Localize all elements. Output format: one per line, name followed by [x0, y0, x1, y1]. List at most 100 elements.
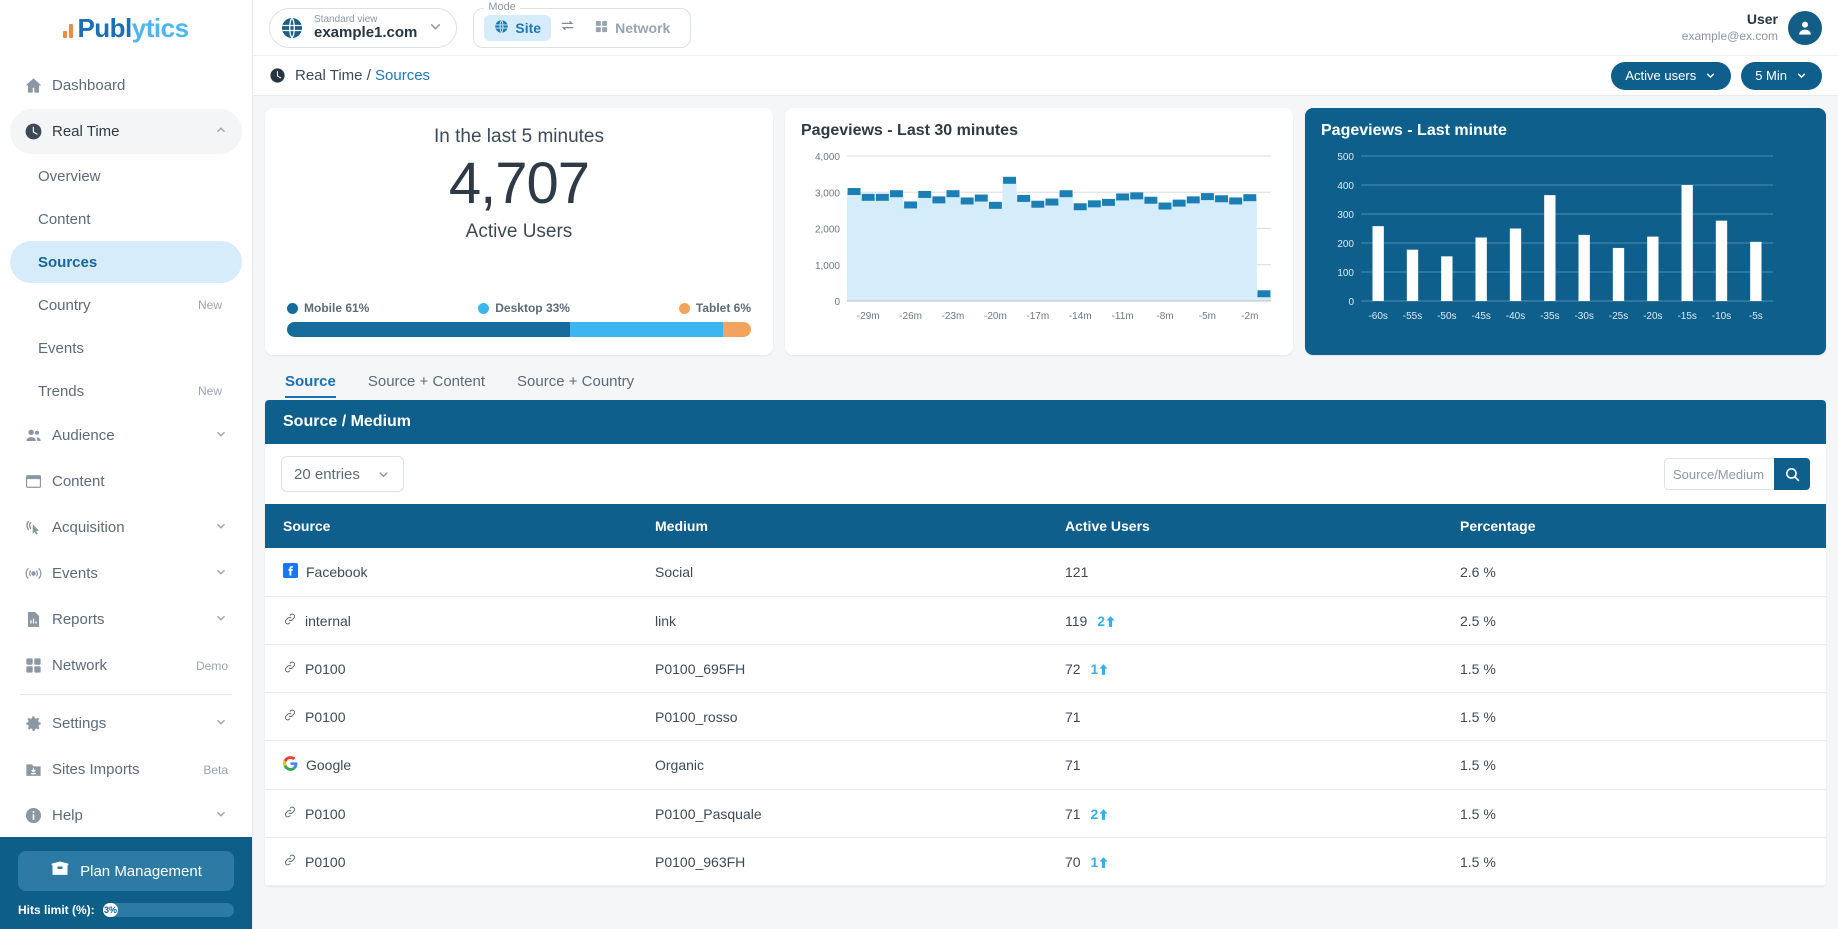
source-label: P0100	[305, 708, 346, 725]
sidebar-item-settings[interactable]: Settings	[10, 701, 242, 746]
y-axis-tick: 300	[1337, 210, 1354, 221]
column-header-percentage[interactable]: Percentage	[1460, 504, 1826, 548]
cell-source: P0100	[265, 837, 655, 886]
cell-active-users: 71 2	[1065, 789, 1460, 838]
sidebar-item-content[interactable]: Content	[10, 459, 242, 504]
step-marker	[1130, 192, 1144, 200]
sidebar-item-help[interactable]: Help	[10, 793, 242, 837]
y-axis-tick: 500	[1337, 152, 1354, 163]
pageviews-30min-chart: 0 1,000 2,000 3,000 4,000 -29m -26m -23m -20m -17…	[801, 146, 1277, 331]
sidebar-item-trends[interactable]: Trends New	[10, 370, 242, 412]
sidebar-item-badge: Beta	[203, 762, 228, 777]
sidebar-item-acquisition[interactable]: Acquisition	[10, 505, 242, 550]
step-marker	[1045, 198, 1059, 206]
arrow-up-icon	[1099, 856, 1108, 868]
sidebar-item-reports[interactable]: Reports	[10, 597, 242, 642]
search-input[interactable]	[1664, 458, 1774, 490]
logo[interactable]: Publ ytics	[0, 0, 252, 56]
tab-source[interactable]: Source	[273, 365, 348, 409]
x-axis-tick: -26m	[899, 311, 922, 322]
sidebar-divider	[20, 694, 232, 695]
column-header-active-users[interactable]: Active Users	[1065, 504, 1460, 548]
range-selector-button[interactable]: 5 Min	[1741, 61, 1822, 90]
tab-caret-icon	[302, 400, 319, 409]
tab-source-content[interactable]: Source + Content	[356, 365, 497, 400]
x-axis-tick: -15s	[1677, 311, 1696, 322]
plan-management-button[interactable]: Plan Management	[18, 851, 234, 891]
x-axis-tick: -5s	[1749, 311, 1763, 322]
x-axis-tick: -35s	[1540, 311, 1559, 322]
sidebar-item-events-realtime[interactable]: Events	[10, 327, 242, 369]
bar	[1715, 220, 1728, 301]
cell-medium: P0100_963FH	[655, 837, 1065, 886]
link-icon	[284, 661, 296, 673]
facebook-icon	[283, 563, 298, 581]
sidebar-item-overview[interactable]: Overview	[10, 155, 242, 197]
sidebar-item-sources[interactable]: Sources	[10, 241, 242, 283]
column-header-medium[interactable]: Medium	[655, 504, 1065, 548]
x-axis-tick: -29m	[857, 311, 880, 322]
step-marker	[1158, 202, 1172, 210]
google-icon	[283, 756, 298, 774]
step-marker	[1116, 193, 1130, 201]
summary-cards-row: In the last 5 minutes 4,707 Active Users…	[265, 108, 1826, 355]
arrow-up-icon	[1106, 615, 1115, 627]
site-selector[interactable]: Standard view example1.com	[269, 7, 458, 48]
sidebar-item-label: Audience	[52, 427, 115, 444]
entries-select[interactable]: 20 entries	[281, 456, 404, 492]
table-body: Facebook Social 121 2.6 % internal link 119 22…	[265, 548, 1826, 886]
search-button[interactable]	[1774, 458, 1810, 490]
table-row[interactable]: P0100 P0100_695FH 72 1 1.5 %	[265, 644, 1826, 693]
sidebar-item-dashboard[interactable]: Dashboard	[10, 63, 242, 108]
breadcrumb-current[interactable]: Sources	[375, 67, 430, 84]
device-share-mobile	[287, 322, 571, 337]
table-row[interactable]: internal link 119 2 2.5 %	[265, 596, 1826, 645]
table-row[interactable]: P0100 P0100_963FH 70 1 1.5 %	[265, 837, 1826, 886]
report-icon	[24, 610, 52, 629]
step-marker	[1003, 176, 1016, 184]
hits-limit: Hits limit (%): 3%	[18, 903, 234, 917]
arrow-up-icon	[1099, 663, 1108, 675]
step-marker	[1087, 200, 1101, 208]
globe-icon	[280, 16, 304, 40]
x-axis-tick: -8m	[1156, 311, 1173, 322]
tab-source-country[interactable]: Source + Country	[505, 365, 646, 400]
pageviews-1min-title: Pageviews - Last minute	[1321, 122, 1507, 139]
table-row[interactable]: Facebook Social 121 2.6 %	[265, 548, 1826, 597]
sidebar-item-label: Real Time	[52, 123, 120, 140]
legend-item-tablet: Tablet 6%	[678, 301, 751, 315]
sidebar-item-sites-imports[interactable]: Sites Imports Beta	[10, 747, 242, 792]
sidebar-item-events[interactable]: Events	[10, 551, 242, 596]
sidebar-item-content-realtime[interactable]: Content	[10, 198, 242, 240]
cell-medium: P0100_Pasquale	[655, 789, 1065, 838]
x-axis-tick: -20m	[984, 311, 1007, 322]
table-row[interactable]: P0100 P0100_Pasquale 71 2 1.5 %	[265, 789, 1826, 838]
swap-icon[interactable]	[559, 17, 576, 38]
sidebar-item-country[interactable]: Country New	[10, 284, 242, 326]
hits-limit-value: 3%	[102, 903, 119, 917]
bar	[1750, 241, 1762, 301]
sidebar-item-label: Trends	[38, 382, 85, 400]
table-row[interactable]: Google Organic 71 1.5 %	[265, 740, 1826, 790]
device-legend: Mobile 61% Desktop 33% Tablet 6%	[287, 301, 751, 315]
sidebar-item-network[interactable]: Network Demo	[10, 643, 242, 688]
bar	[1372, 226, 1384, 301]
tab-label: Source + Country	[517, 373, 635, 390]
x-axis-tick: -20s	[1643, 311, 1662, 322]
mode-option-site[interactable]: Site	[484, 14, 552, 41]
hits-limit-label: Hits limit (%):	[18, 903, 95, 917]
active-users-value: 4,707	[448, 151, 590, 216]
avatar[interactable]	[1788, 10, 1822, 45]
column-header-source[interactable]: Source	[265, 504, 655, 548]
link-icon	[283, 708, 297, 725]
top-bar: Standard view example1.com Mode Site Net…	[253, 0, 1838, 56]
cell-percentage: 2.6 %	[1460, 548, 1826, 597]
sidebar-item-audience[interactable]: Audience	[10, 413, 242, 458]
sidebar-item-real-time[interactable]: Real Time	[10, 109, 242, 154]
metric-selector-button[interactable]: Active users	[1611, 61, 1732, 90]
grid-icon	[24, 656, 52, 675]
mode-option-network[interactable]: Network	[584, 15, 680, 41]
cell-source: Facebook	[265, 548, 655, 597]
device-share-tablet	[723, 322, 751, 337]
table-row[interactable]: P0100 P0100_rosso 71 1.5 %	[265, 692, 1826, 741]
